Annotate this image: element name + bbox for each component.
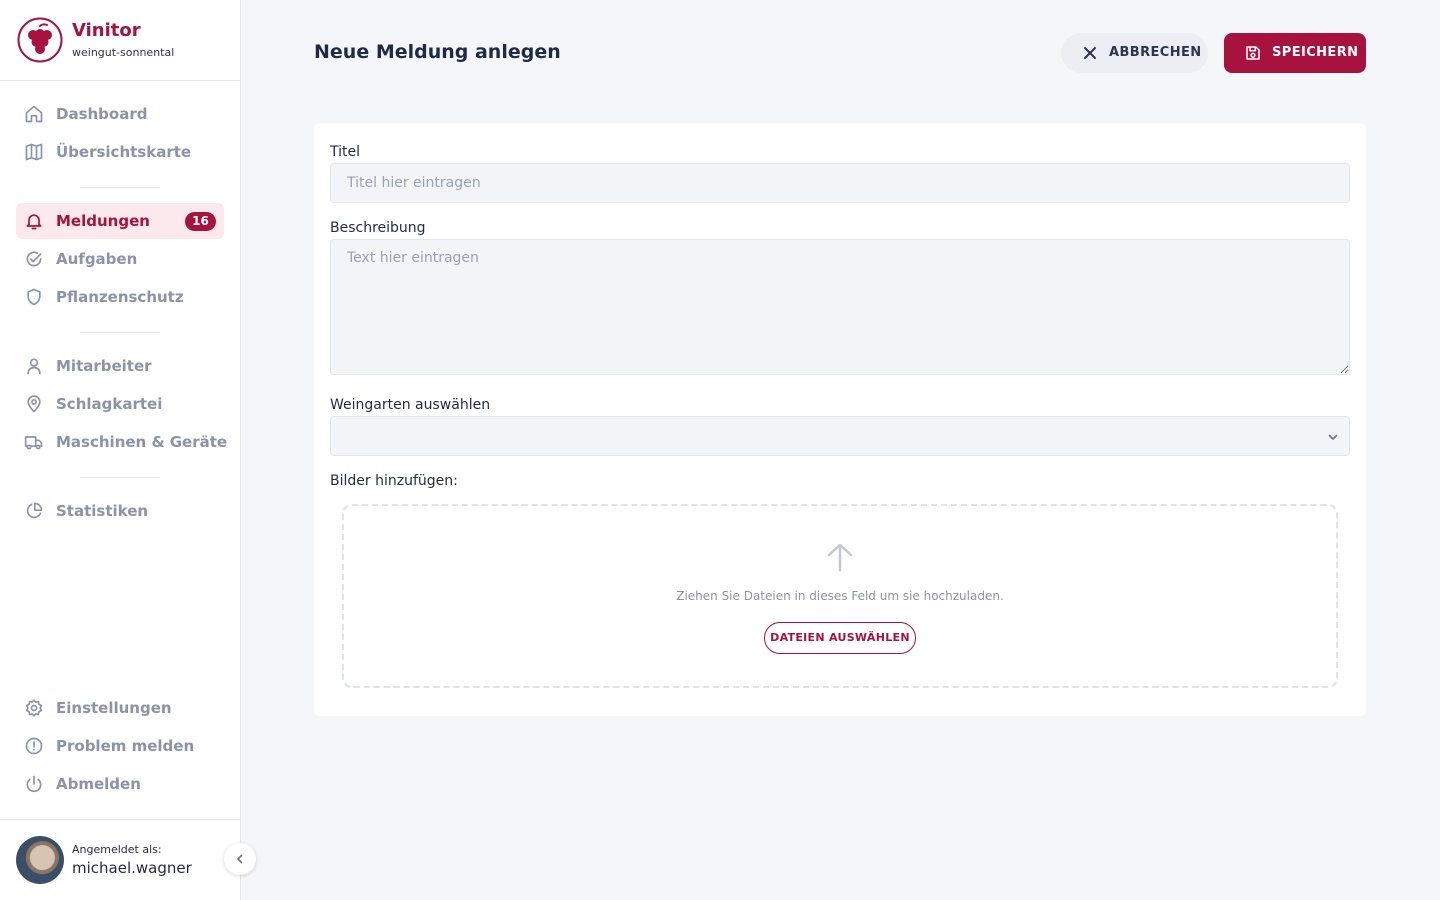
page-title: Neue Meldung anlegen bbox=[314, 41, 561, 63]
sidebar-item-label: Mitarbeiter bbox=[56, 357, 152, 375]
sidebar-item-label: Schlagkartei bbox=[56, 395, 163, 413]
gear-icon bbox=[25, 699, 43, 717]
file-dropzone[interactable]: Ziehen Sie Dateien in dieses Feld um sie… bbox=[342, 504, 1338, 688]
map-pin-icon bbox=[27, 395, 41, 413]
nav-divider bbox=[80, 187, 160, 188]
sidebar-item-schlagkartei[interactable]: Schlagkartei bbox=[16, 386, 224, 422]
avatar bbox=[16, 836, 64, 884]
truck-icon bbox=[24, 436, 43, 450]
sidebar-item-label: Pflanzenschutz bbox=[56, 288, 184, 306]
brand-header: Vinitor weingut-sonnental bbox=[0, 0, 240, 81]
vineyard-select[interactable] bbox=[330, 416, 1350, 456]
user-icon bbox=[27, 358, 41, 375]
report-form-card: Titel Beschreibung Weingarten auswählen … bbox=[314, 123, 1366, 716]
description-textarea[interactable] bbox=[330, 239, 1350, 375]
sidebar-item-label: Meldungen bbox=[56, 212, 150, 230]
sidebar-item-label: Übersichtskarte bbox=[56, 143, 192, 161]
sidebar-item-label: Abmelden bbox=[56, 775, 141, 793]
user-info: Angemeldet als: michael.wagner bbox=[0, 819, 240, 900]
notification-count-badge: 16 bbox=[185, 212, 216, 231]
home-icon bbox=[25, 105, 43, 123]
sidebar: Vinitor weingut-sonnental Dashboard Über… bbox=[0, 0, 241, 900]
brand-name: Vinitor bbox=[72, 20, 141, 41]
chevron-down-icon bbox=[1328, 434, 1338, 440]
dropzone-instructions: Ziehen Sie Dateien in dieses Feld um sie… bbox=[676, 589, 1004, 603]
sidebar-item-label: Maschinen & Geräte bbox=[56, 433, 228, 451]
sidebar-item-dashboard[interactable]: Dashboard bbox=[16, 96, 224, 132]
description-label: Beschreibung bbox=[330, 220, 426, 236]
map-icon bbox=[25, 143, 43, 161]
save-button-label: SPEICHERN bbox=[1272, 45, 1359, 60]
sidebar-item-uebersichtskarte[interactable]: Übersichtskarte bbox=[16, 134, 224, 170]
pie-chart-icon bbox=[26, 502, 43, 519]
check-circle-icon bbox=[26, 251, 42, 267]
sidebar-item-aufgaben[interactable]: Aufgaben bbox=[16, 241, 224, 277]
sidebar-item-label: Problem melden bbox=[56, 737, 195, 755]
sidebar-item-problem-melden[interactable]: Problem melden bbox=[16, 728, 224, 764]
sidebar-item-pflanzenschutz[interactable]: Pflanzenschutz bbox=[16, 279, 224, 315]
sidebar-item-meldungen[interactable]: Meldungen 16 bbox=[16, 203, 224, 239]
title-input[interactable] bbox=[330, 163, 1350, 203]
nav-divider bbox=[80, 477, 160, 478]
collapse-sidebar-button[interactable] bbox=[224, 843, 256, 875]
sidebar-item-maschinen[interactable]: Maschinen & Geräte bbox=[16, 424, 228, 460]
user-caption: Angemeldet als: bbox=[72, 843, 162, 856]
sidebar-item-abmelden[interactable]: Abmelden bbox=[16, 766, 224, 802]
grape-logo-icon bbox=[17, 17, 63, 63]
sidebar-item-einstellungen[interactable]: Einstellungen bbox=[16, 690, 224, 726]
power-icon bbox=[26, 775, 42, 793]
sidebar-item-label: Einstellungen bbox=[56, 699, 172, 717]
sidebar-item-label: Statistiken bbox=[56, 502, 149, 520]
save-button[interactable]: SPEICHERN bbox=[1224, 33, 1366, 73]
sidebar-item-statistiken[interactable]: Statistiken bbox=[16, 493, 224, 529]
save-icon bbox=[1246, 46, 1260, 60]
brand-subtitle: weingut-sonnental bbox=[72, 46, 175, 59]
user-name: michael.wagner bbox=[72, 859, 192, 877]
cancel-button-label: ABBRECHEN bbox=[1109, 45, 1202, 60]
cancel-button[interactable]: ABBRECHEN bbox=[1061, 33, 1208, 73]
title-label: Titel bbox=[330, 144, 361, 160]
sidebar-item-label: Dashboard bbox=[56, 105, 148, 123]
select-files-button[interactable]: DATEIEN AUSWÄHLEN bbox=[764, 622, 916, 654]
chevron-left-icon bbox=[237, 854, 243, 864]
nav-divider bbox=[80, 332, 160, 333]
shield-icon bbox=[27, 288, 41, 306]
sidebar-item-mitarbeiter[interactable]: Mitarbeiter bbox=[16, 348, 224, 384]
bell-icon bbox=[26, 214, 42, 230]
images-label: Bilder hinzufügen: bbox=[330, 473, 458, 489]
sidebar-item-label: Aufgaben bbox=[56, 250, 138, 268]
upload-arrow-icon bbox=[827, 543, 853, 572]
alert-circle-icon bbox=[25, 737, 43, 755]
close-icon bbox=[1084, 47, 1096, 59]
vineyard-label: Weingarten auswählen bbox=[330, 397, 491, 413]
